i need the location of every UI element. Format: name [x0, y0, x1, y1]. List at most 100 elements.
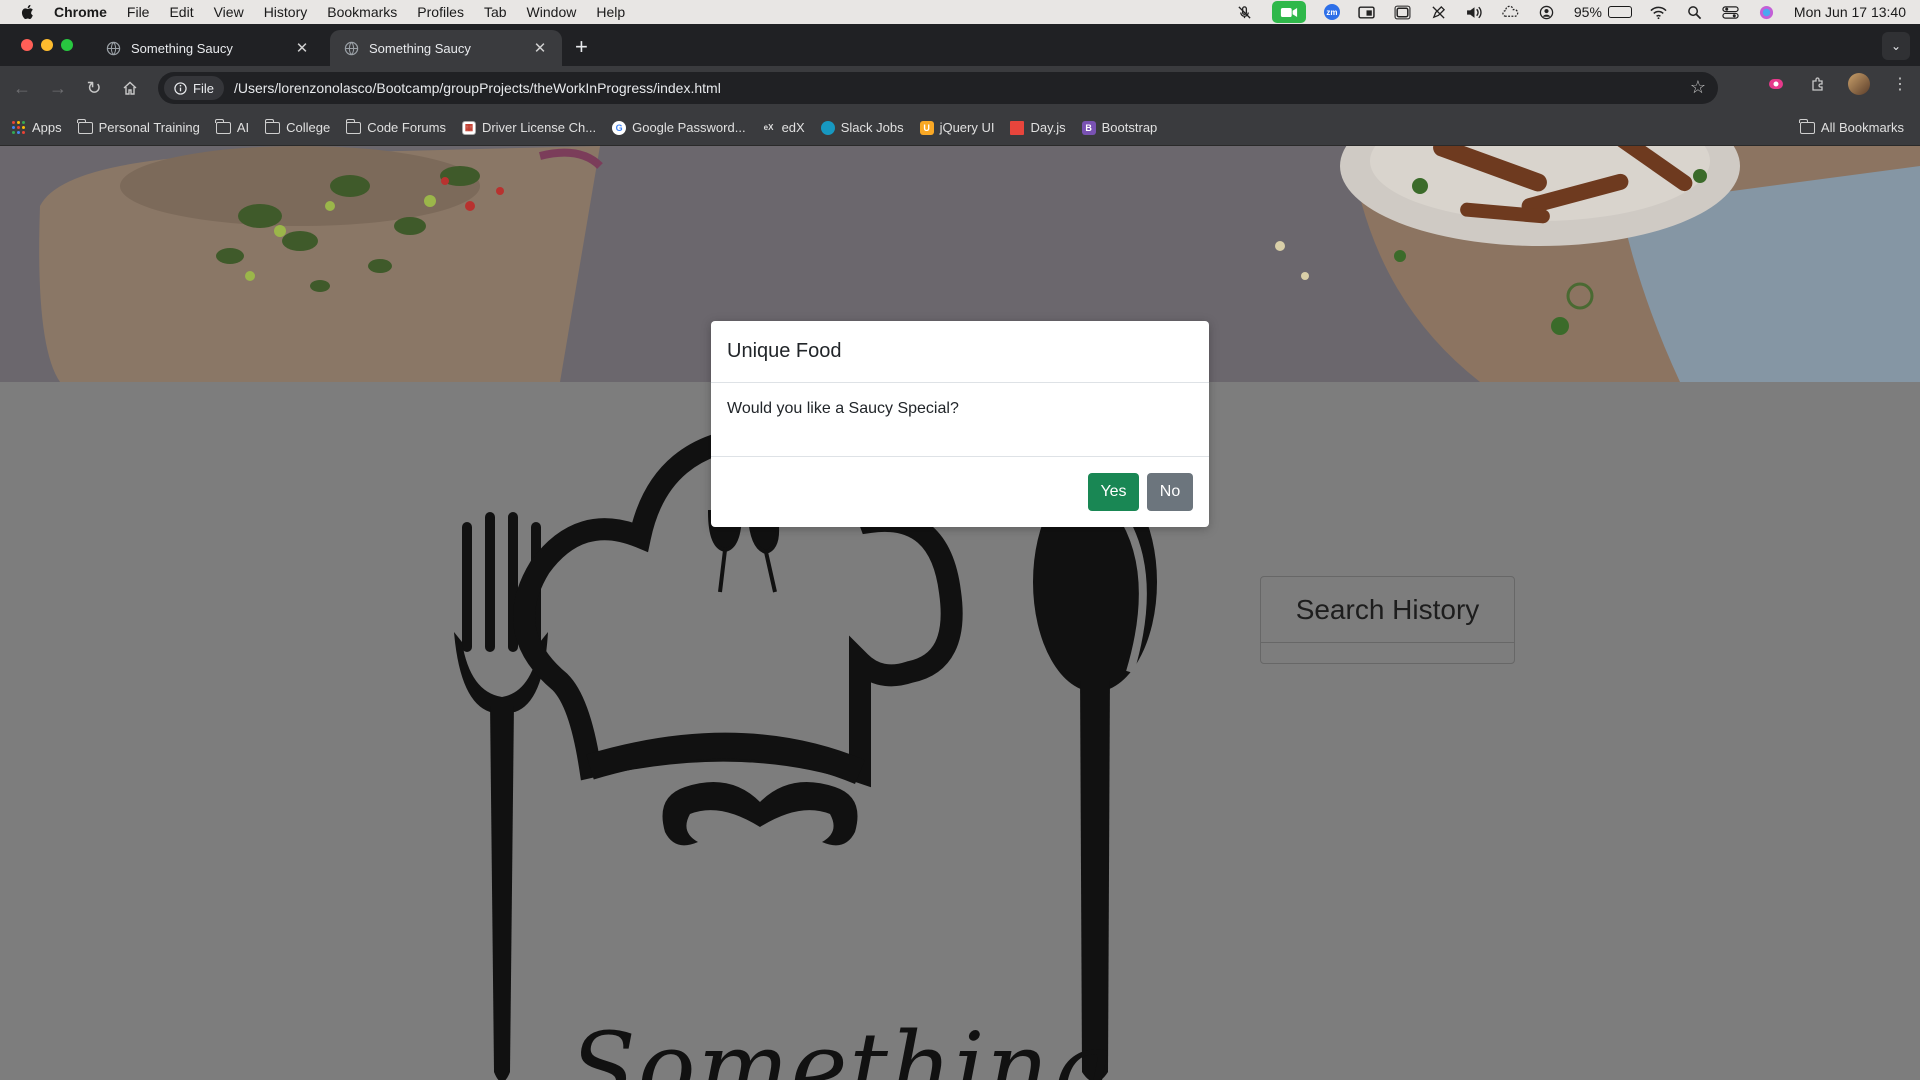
modal-header: Unique Food — [711, 321, 1209, 383]
close-tab-icon[interactable]: ✕ — [532, 39, 548, 57]
close-window-button[interactable] — [21, 39, 33, 51]
bookmark-slack-jobs[interactable]: Slack Jobs — [820, 120, 904, 135]
bookmark-personal-training[interactable]: Personal Training — [77, 118, 200, 135]
all-bookmarks-label: All Bookmarks — [1820, 120, 1904, 135]
bookmark-star-icon[interactable]: ☆ — [1690, 77, 1706, 98]
address-bar[interactable]: File /Users/lorenzonolasco/Bootcamp/grou… — [158, 72, 1718, 104]
site-info-label: File — [193, 80, 214, 96]
folder-icon — [77, 118, 93, 134]
bookmark-driver-license[interactable]: ▦ Driver License Ch... — [461, 120, 597, 135]
volume-icon[interactable] — [1466, 4, 1484, 20]
bookmark-code-forums[interactable]: Code Forums — [345, 118, 446, 135]
tab-strip: Something Saucy ✕ Something Saucy ✕ + ⌄ — [0, 24, 1920, 66]
no-button[interactable]: No — [1147, 473, 1193, 511]
extensions-row: ⋮ — [1764, 72, 1912, 96]
bookmark-label: Personal Training — [98, 120, 200, 135]
minimize-window-button[interactable] — [41, 39, 53, 51]
clock[interactable]: Mon Jun 17 13:40 — [1794, 4, 1906, 20]
site-info-chip[interactable]: File — [164, 76, 224, 100]
modal-message: Would you like a Saucy Special? — [727, 400, 959, 417]
bookmark-label: jQuery UI — [939, 120, 995, 135]
bookmark-label: Day.js — [1030, 120, 1066, 135]
bookmark-label: Slack Jobs — [840, 120, 904, 135]
menu-bookmarks[interactable]: Bookmarks — [327, 4, 397, 20]
extensions-puzzle-icon[interactable] — [1806, 72, 1830, 96]
forward-arrow-icon[interactable]: → — [40, 70, 76, 106]
facetime-icon[interactable] — [1271, 1, 1306, 23]
user-account-icon[interactable] — [1538, 4, 1556, 20]
folder-icon — [345, 118, 362, 134]
profile-avatar[interactable] — [1848, 73, 1870, 95]
bookmark-edx[interactable]: eX edX — [762, 120, 805, 135]
dayjs-icon — [1010, 120, 1025, 135]
menu-view[interactable]: View — [214, 4, 244, 20]
page-viewport: Something Search History Unique Food Wou… — [0, 146, 1920, 1080]
record-extension-icon[interactable] — [1764, 72, 1788, 96]
control-center-icon[interactable] — [1722, 4, 1740, 20]
logo-script-text: Something — [570, 1012, 1114, 1080]
bookmark-label: College — [286, 120, 331, 135]
pen-muted-icon[interactable] — [1430, 4, 1448, 20]
url-text[interactable]: /Users/lorenzonolasco/Bootcamp/groupProj… — [234, 80, 721, 96]
menu-tab[interactable]: Tab — [484, 4, 507, 20]
zoom-window-button[interactable] — [61, 39, 73, 51]
tab-title: Something Saucy — [131, 40, 233, 56]
edx-icon: eX — [763, 123, 774, 132]
globe-icon — [344, 41, 359, 55]
jquery-icon: U — [919, 120, 934, 135]
bookmark-ai[interactable]: AI — [215, 118, 249, 135]
search-history-card: Search History — [1260, 576, 1515, 664]
menu-file[interactable]: File — [127, 4, 150, 20]
bookmark-jquery-ui[interactable]: U jQuery UI — [919, 120, 995, 135]
apps-grid-icon — [12, 120, 26, 135]
special-modal: Unique Food Would you like a Saucy Speci… — [711, 321, 1209, 527]
siri-icon[interactable] — [1758, 4, 1776, 20]
bookmark-college[interactable]: College — [264, 118, 331, 135]
globe-icon — [106, 41, 121, 55]
dmv-icon: ▦ — [461, 120, 476, 135]
back-arrow-icon[interactable]: ← — [4, 70, 40, 106]
menu-edit[interactable]: Edit — [169, 4, 193, 20]
home-icon[interactable] — [112, 70, 148, 106]
screen-mirror-icon[interactable] — [1358, 4, 1376, 20]
tab-search-chevron-icon[interactable]: ⌄ — [1882, 32, 1910, 60]
browser-toolbar: ← → ↻ File /Users/lorenzonolasco/Bootcam… — [0, 66, 1920, 110]
menu-profiles[interactable]: Profiles — [417, 4, 464, 20]
tab-something-saucy-1[interactable]: Something Saucy ✕ — [92, 30, 324, 66]
bookmark-apps[interactable]: Apps — [12, 120, 62, 135]
bookmark-label: Driver License Ch... — [481, 120, 597, 135]
tab-something-saucy-2[interactable]: Something Saucy ✕ — [330, 30, 562, 66]
tab-title: Something Saucy — [369, 40, 471, 56]
folder-icon — [264, 118, 281, 134]
bookmark-label: Google Password... — [632, 120, 746, 135]
bookmark-bootstrap[interactable]: B Bootstrap — [1081, 120, 1157, 135]
menu-window[interactable]: Window — [527, 4, 577, 20]
wifi-icon[interactable] — [1650, 4, 1668, 20]
bookmark-dayjs[interactable]: Day.js — [1010, 120, 1066, 135]
reload-icon[interactable]: ↻ — [76, 70, 112, 106]
bookmark-google-password[interactable]: G Google Password... — [612, 120, 746, 135]
bookmarks-bar: Apps Personal Training AI College Code F… — [0, 110, 1920, 146]
yes-button[interactable]: Yes — [1088, 473, 1139, 511]
info-icon — [174, 81, 187, 95]
menu-app-name[interactable]: Chrome — [54, 4, 107, 20]
bootstrap-icon: B — [1081, 120, 1096, 135]
macos-menu-bar: Chrome File Edit View History Bookmarks … — [0, 0, 1920, 24]
mic-muted-icon[interactable] — [1236, 4, 1254, 20]
window-controls — [21, 39, 73, 51]
battery-status[interactable]: 95% — [1574, 4, 1632, 20]
bookmark-label: Apps — [32, 120, 62, 135]
menu-history[interactable]: History — [264, 4, 308, 20]
stage-manager-icon[interactable] — [1394, 4, 1412, 20]
battery-icon — [1607, 6, 1632, 18]
all-bookmarks[interactable]: All Bookmarks — [1799, 118, 1904, 135]
spotlight-search-icon[interactable] — [1686, 4, 1704, 20]
new-tab-plus-icon[interactable]: + — [575, 36, 588, 58]
cloud-sync-icon[interactable] — [1502, 4, 1520, 20]
zoom-icon[interactable]: zm — [1323, 4, 1340, 20]
apple-menu-icon[interactable] — [20, 4, 38, 20]
close-tab-icon[interactable]: ✕ — [294, 39, 310, 57]
more-menu-icon[interactable]: ⋮ — [1888, 72, 1912, 96]
bookmark-label: edX — [781, 120, 805, 135]
menu-help[interactable]: Help — [596, 4, 625, 20]
